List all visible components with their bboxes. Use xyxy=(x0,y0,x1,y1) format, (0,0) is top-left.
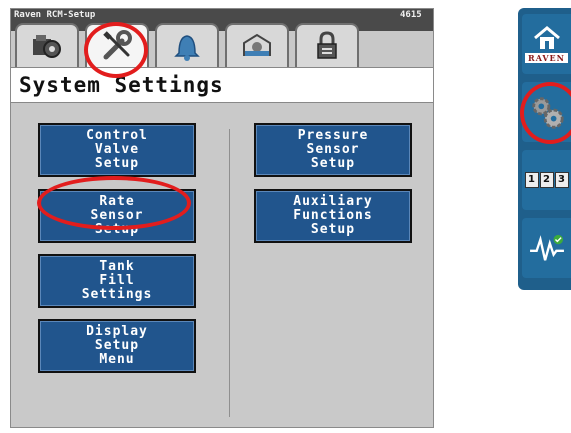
wrench-screwdriver-icon xyxy=(103,30,132,60)
display-setup-menu-button[interactable]: Display Setup Menu xyxy=(38,319,196,373)
waveform-check-icon xyxy=(529,234,564,261)
rcm-screen: Raven RCM-Setup 4615 System Settings Con… xyxy=(10,8,434,428)
tab-tank[interactable] xyxy=(225,23,289,67)
settings-panel: Control Valve Setup Rate Sensor Setup Ta… xyxy=(11,103,433,427)
raven-logo: RAVEN xyxy=(525,53,568,63)
display-setup-menu-label: Display Setup Menu xyxy=(86,324,148,367)
number-keys-icon: 1 2 3 xyxy=(524,172,569,188)
gears-icon xyxy=(531,97,564,129)
rate-sensor-setup-label: Rate Sensor Setup xyxy=(90,194,144,237)
page-header: System Settings xyxy=(11,67,433,103)
auxiliary-functions-setup-label: Auxiliary Functions Setup xyxy=(293,194,373,237)
home-icon xyxy=(533,26,560,49)
pressure-sensor-setup-label: Pressure Sensor Setup xyxy=(297,128,369,171)
bell-icon xyxy=(174,35,200,61)
softkey-bar: RAVEN 1 2 3 xyxy=(518,8,571,290)
home-button[interactable]: RAVEN xyxy=(522,14,571,74)
settings-button[interactable] xyxy=(522,82,571,142)
machine-gear-icon xyxy=(33,35,61,58)
column-divider xyxy=(229,129,230,417)
tank-fill-settings-button[interactable]: Tank Fill Settings xyxy=(38,254,196,308)
app-title: Raven RCM-Setup xyxy=(14,10,96,20)
tank-gear-icon xyxy=(243,33,271,56)
page-title: System Settings xyxy=(19,73,224,97)
tank-fill-settings-label: Tank Fill Settings xyxy=(81,259,153,302)
numeric-entry-button[interactable]: 1 2 3 xyxy=(522,150,571,210)
auxiliary-functions-setup-button[interactable]: Auxiliary Functions Setup xyxy=(254,189,412,243)
tab-security[interactable] xyxy=(295,23,359,67)
pressure-sensor-setup-button[interactable]: Pressure Sensor Setup xyxy=(254,123,412,177)
number-key-2: 2 xyxy=(539,172,554,188)
lock-icon xyxy=(317,31,337,59)
control-valve-setup-label: Control Valve Setup xyxy=(86,128,148,171)
number-key-1: 1 xyxy=(524,172,539,188)
diagnostics-button[interactable] xyxy=(522,218,571,278)
control-valve-setup-button[interactable]: Control Valve Setup xyxy=(38,123,196,177)
number-key-3: 3 xyxy=(554,172,569,188)
rate-sensor-setup-button[interactable]: Rate Sensor Setup xyxy=(38,189,196,243)
tab-alarms[interactable] xyxy=(155,23,219,67)
tab-tools[interactable] xyxy=(85,23,149,67)
status-code: 4615 xyxy=(400,10,422,20)
tab-machine[interactable] xyxy=(15,23,79,67)
